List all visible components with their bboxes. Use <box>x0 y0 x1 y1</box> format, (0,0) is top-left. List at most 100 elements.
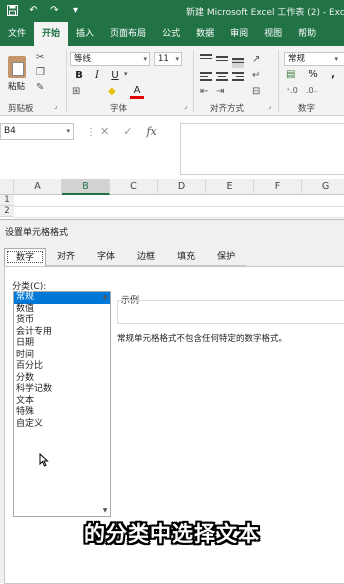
category-accounting[interactable]: 会计专用 <box>14 327 110 339</box>
merge-center-icon[interactable]: ⊟ <box>252 86 260 97</box>
tab-view[interactable]: 视图 <box>256 22 290 46</box>
insert-function-icon[interactable]: fx <box>146 125 156 138</box>
tab-fill[interactable]: 填充 <box>166 248 207 266</box>
comma-style-button[interactable]: , <box>326 68 340 82</box>
tab-file[interactable]: 文件 <box>0 22 34 46</box>
borders-icon[interactable]: ⊞ <box>72 86 80 97</box>
cut-icon[interactable]: ✂ <box>36 52 44 63</box>
dialog-title: 设置单元格格式 <box>5 228 69 238</box>
column-header-e[interactable]: E <box>206 179 254 195</box>
category-date[interactable]: 日期 <box>14 338 110 350</box>
tab-formulas[interactable]: 公式 <box>154 22 188 46</box>
customize-icon[interactable]: ▾ <box>69 4 82 17</box>
scroll-down-icon[interactable]: ▼ <box>100 506 110 516</box>
accounting-format-icon[interactable]: ▤ <box>286 69 295 80</box>
bold-button[interactable]: B <box>72 69 86 83</box>
category-percentage[interactable]: 百分比 <box>14 361 110 373</box>
row-header-2[interactable]: 2 <box>0 206 14 217</box>
select-all-corner[interactable] <box>0 179 14 195</box>
save-icon[interactable] <box>6 4 19 17</box>
percent-style-button[interactable]: % <box>306 68 320 82</box>
category-scientific[interactable]: 科学记数 <box>14 384 110 396</box>
cancel-icon[interactable]: ✕ <box>100 125 109 138</box>
align-right-icon[interactable] <box>232 72 244 82</box>
category-text[interactable]: 文本 <box>14 396 110 408</box>
font-size-combo[interactable]: 11 ▾ <box>154 52 182 66</box>
category-number[interactable]: 数值 <box>14 304 110 316</box>
align-center-icon[interactable] <box>216 72 228 82</box>
underline-options-icon[interactable]: ▾ <box>124 70 128 78</box>
name-box-value: B4 <box>4 126 16 136</box>
align-middle-icon[interactable] <box>216 56 228 66</box>
chevron-down-icon: ▾ <box>334 55 338 63</box>
format-painter-icon[interactable]: ✎ <box>36 82 44 93</box>
tab-number[interactable]: 数字 <box>4 248 47 266</box>
alignment-group-label: 对齐方式 <box>210 104 245 114</box>
clipboard-launcher-icon[interactable]: ⌟ <box>54 102 57 110</box>
quick-access-toolbar: ↶ ↷ ▾ <box>6 4 82 17</box>
row-header-1[interactable]: 1 <box>0 195 14 206</box>
category-time[interactable]: 时间 <box>14 350 110 362</box>
paste-label: 粘贴 <box>8 82 26 92</box>
align-bottom-icon[interactable] <box>232 58 244 68</box>
tab-font[interactable]: 字体 <box>86 248 127 266</box>
formula-bar-buttons: ✕ ✓ fx <box>100 125 157 138</box>
tab-review[interactable]: 审阅 <box>222 22 256 46</box>
mouse-cursor-icon <box>39 452 49 467</box>
orientation-icon[interactable]: ↗ <box>252 54 260 65</box>
tab-border[interactable]: 边框 <box>126 248 167 266</box>
column-header-a[interactable]: A <box>14 179 62 195</box>
formula-input[interactable] <box>180 123 344 175</box>
tab-home[interactable]: 开始 <box>34 22 69 46</box>
scroll-up-icon[interactable]: ▲ <box>100 292 110 302</box>
ribbon: 粘贴 ✂ ❐ ✎ 剪贴板 ⌟ 等线 ▾ 11 ▾ B I U ▾ ⊞ ◆ A 字… <box>0 46 344 116</box>
enter-icon[interactable]: ✓ <box>123 125 132 138</box>
category-custom[interactable]: 自定义 <box>14 419 110 431</box>
category-general[interactable]: 常规 <box>14 292 110 304</box>
decrease-decimal-icon[interactable]: .0₋ <box>306 86 318 95</box>
name-box[interactable]: B4 ▾ <box>0 123 74 140</box>
column-header-f[interactable]: F <box>254 179 302 195</box>
font-size-value: 11 <box>158 54 169 64</box>
tab-insert[interactable]: 插入 <box>68 22 102 46</box>
tab-help[interactable]: 帮助 <box>290 22 324 46</box>
paste-button[interactable] <box>6 54 28 78</box>
fill-color-icon[interactable]: ◆ <box>108 86 116 97</box>
number-format-combo[interactable]: 常规 ▾ <box>284 52 344 66</box>
tab-page-layout[interactable]: 页面布局 <box>102 22 154 46</box>
undo-icon[interactable]: ↶ <box>27 4 40 17</box>
column-header-c[interactable]: C <box>110 179 158 195</box>
dialog-tabs: 数字 对齐 字体 边框 填充 保护 <box>4 248 247 266</box>
tab-data[interactable]: 数据 <box>188 22 222 46</box>
font-launcher-icon[interactable]: ⌟ <box>184 102 187 110</box>
font-color-button[interactable]: A <box>130 85 144 99</box>
more-icon: ⋮ <box>86 127 96 138</box>
increase-indent-icon[interactable]: ⇥ <box>216 86 224 97</box>
tab-protection[interactable]: 保护 <box>206 248 247 266</box>
column-header-g[interactable]: G <box>302 179 344 195</box>
category-list[interactable]: 常规 数值 货币 会计专用 日期 时间 百分比 分数 科学记数 文本 特殊 自定… <box>13 291 111 517</box>
alignment-launcher-icon[interactable]: ⌟ <box>268 102 271 110</box>
category-special[interactable]: 特殊 <box>14 407 110 419</box>
increase-decimal-icon[interactable]: ⁺.0 <box>286 86 298 95</box>
clipboard-group-label: 剪贴板 <box>8 104 34 114</box>
category-fraction[interactable]: 分数 <box>14 373 110 385</box>
formula-bar: B4 ▾ ⋮ ✕ ✓ fx <box>0 117 344 179</box>
underline-button[interactable]: U <box>108 69 122 83</box>
copy-icon[interactable]: ❐ <box>36 67 45 78</box>
decrease-indent-icon[interactable]: ⇤ <box>200 86 208 97</box>
align-top-icon[interactable] <box>200 54 212 64</box>
tab-alignment[interactable]: 对齐 <box>46 248 87 266</box>
align-left-icon[interactable] <box>200 72 212 82</box>
worksheet-grid: A B C D E F G 1 2 <box>0 179 344 219</box>
redo-icon[interactable]: ↷ <box>48 4 61 17</box>
category-currency[interactable]: 货币 <box>14 315 110 327</box>
video-caption: 的分类中选择文本 <box>84 522 260 546</box>
italic-button[interactable]: I <box>90 69 104 83</box>
wrap-text-icon[interactable]: ↵ <box>252 70 260 81</box>
font-name-combo[interactable]: 等线 ▾ <box>70 52 150 66</box>
column-header-b[interactable]: B <box>62 179 110 195</box>
column-header-d[interactable]: D <box>158 179 206 195</box>
ribbon-tabs: 文件 开始 插入 页面布局 公式 数据 审阅 视图 帮助 <box>0 22 344 46</box>
chevron-down-icon: ▾ <box>66 127 70 135</box>
